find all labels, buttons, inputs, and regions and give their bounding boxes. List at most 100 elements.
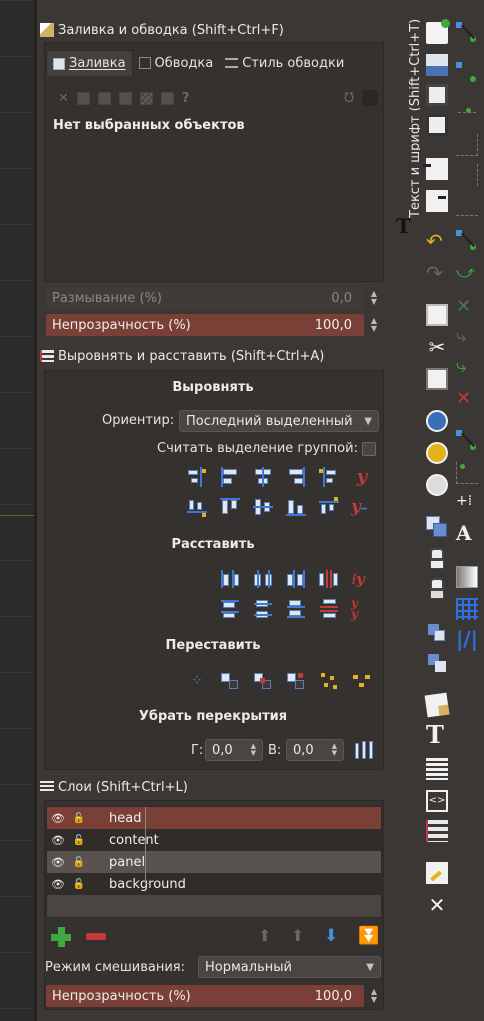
distribute-baselines-horizontal-icon[interactable]: ⁞y — [351, 568, 373, 590]
snap-guides-icon[interactable]: |/| — [456, 628, 478, 650]
opacity-slider[interactable]: Непрозрачность (%) 100,0 — [46, 314, 364, 336]
lock-icon[interactable]: 🔓 — [69, 879, 89, 890]
graph-layout-icon[interactable]: ⁘ — [186, 670, 208, 692]
print-icon[interactable] — [426, 114, 448, 136]
fill-stroke-dialog-icon[interactable] — [424, 692, 450, 718]
tab-stroke-paint[interactable]: Обводка — [133, 50, 220, 76]
clone-icon[interactable] — [426, 548, 448, 570]
eye-icon[interactable]: 👁 — [47, 812, 69, 825]
align-baseline-horizontal-icon[interactable]: y━ — [351, 496, 373, 518]
distribute-gaps-vertical-icon[interactable] — [318, 598, 340, 620]
blend-mode-select[interactable]: Нормальный ▼ — [198, 956, 381, 978]
zoom-page-icon[interactable] — [426, 474, 448, 496]
copy-icon[interactable] — [426, 304, 448, 326]
layer-row[interactable]: 👁 🔓 background — [47, 873, 381, 895]
ungroup-icon[interactable] — [426, 652, 448, 674]
snap-nodes-icon[interactable] — [456, 230, 478, 252]
print-preview-icon[interactable] — [426, 84, 448, 106]
fill-stroke-title[interactable]: Заливка и обводка (Shift+Ctrl+F) — [40, 20, 284, 40]
snap-rotation-centers-icon[interactable]: +⁞ — [456, 490, 478, 512]
align-left-edges-icon[interactable] — [219, 466, 241, 488]
unlink-clone-icon[interactable] — [426, 578, 448, 600]
unclump-icon[interactable] — [351, 670, 373, 692]
align-bottom-to-top-icon[interactable] — [186, 496, 208, 518]
layer-opacity-spinner[interactable]: ▲ ▼ — [366, 985, 382, 1007]
undo-icon[interactable]: ↶ — [426, 230, 448, 252]
snap-bbox-centers-icon[interactable] — [456, 194, 478, 216]
center-horizontal-axis-icon[interactable] — [252, 496, 274, 518]
snap-midpoints-icon[interactable]: ✕ — [456, 388, 478, 410]
align-top-edges-icon[interactable] — [219, 496, 241, 518]
randomize-positions-icon[interactable] — [318, 670, 340, 692]
lock-icon[interactable]: 🔓 — [69, 835, 89, 846]
distribute-gaps-horizontal-icon[interactable] — [318, 568, 340, 590]
tab-stroke-style[interactable]: Стиль обводки — [219, 50, 350, 76]
canvas-area[interactable] — [0, 0, 34, 1021]
distribute-right-edges-icon[interactable] — [285, 568, 307, 590]
distribute-baselines-vertical-icon[interactable]: yy — [351, 597, 373, 620]
opacity-spinner[interactable]: ▲ ▼ — [366, 314, 382, 336]
layers-dialog-icon[interactable] — [426, 758, 448, 780]
relative-to-select[interactable]: Последний выделенный ▼ — [179, 410, 379, 432]
exchange-positions-clockwise-icon[interactable] — [285, 670, 307, 692]
snap-intersections-icon[interactable]: ✕ — [456, 296, 478, 318]
lock-icon[interactable]: 🔓 — [69, 857, 89, 868]
fill-rule-nonzero-icon[interactable] — [362, 90, 378, 106]
import-icon[interactable] — [423, 158, 448, 180]
layers-title[interactable]: Слои (Shift+Ctrl+L) — [40, 777, 188, 797]
eye-icon[interactable]: 👁 — [47, 834, 69, 847]
layer-opacity-slider[interactable]: Непрозрачность (%) 100,0 — [46, 985, 364, 1007]
align-dialog-icon[interactable] — [426, 820, 448, 842]
snap-toggle-icon[interactable] — [456, 22, 478, 44]
snap-paths-icon[interactable]: ⤻ — [456, 262, 478, 284]
unset-paint-icon[interactable]: ? — [182, 91, 190, 106]
align-right-edges-icon[interactable] — [285, 466, 307, 488]
remove-overlaps-button[interactable] — [353, 739, 375, 761]
zoom-drawing-icon[interactable] — [426, 442, 448, 464]
new-document-icon[interactable] — [426, 19, 450, 44]
export-icon[interactable] — [426, 190, 448, 212]
text-tool-icon[interactable]: T — [396, 214, 411, 238]
align-baseline-icon[interactable]: y — [351, 466, 373, 488]
lower-layer-icon[interactable]: ⬇ — [324, 926, 338, 946]
paste-icon[interactable] — [426, 368, 448, 390]
snap-bbox-edges-icon[interactable] — [456, 96, 478, 118]
distribute-top-edges-icon[interactable] — [219, 598, 241, 620]
redo-icon[interactable]: ↷ — [426, 262, 448, 284]
remove-layer-icon[interactable] — [86, 933, 106, 940]
exchange-positions-icon[interactable] — [219, 670, 241, 692]
snap-text-baseline-icon[interactable]: A — [456, 522, 478, 544]
align-left-to-right-icon[interactable] — [318, 466, 340, 488]
duplicate-icon[interactable] — [426, 516, 448, 538]
group-icon[interactable] — [426, 622, 448, 644]
snap-centers-icon[interactable] — [456, 462, 478, 484]
document-properties-icon[interactable] — [426, 862, 448, 884]
distribute-centers-horizontal-icon[interactable] — [252, 568, 274, 590]
layer-row[interactable]: 👁 🔓 content — [47, 829, 381, 851]
raise-to-top-icon[interactable]: ⬆ — [258, 926, 271, 945]
snap-grids-icon[interactable] — [456, 598, 478, 620]
v-gap-input[interactable]: 0,0 ▲ ▼ — [286, 739, 344, 761]
eye-icon[interactable]: 👁 — [47, 856, 69, 869]
flat-color-icon[interactable] — [76, 91, 90, 105]
distribute-left-edges-icon[interactable] — [219, 568, 241, 590]
xml-editor-icon[interactable]: <> — [426, 790, 448, 812]
snap-cusp-nodes-icon[interactable]: ⤷ — [456, 326, 478, 348]
blur-slider[interactable]: Размывание (%) 0,0 — [46, 287, 364, 309]
align-top-to-bottom-icon[interactable] — [318, 496, 340, 518]
snap-page-border-icon[interactable] — [456, 566, 478, 588]
align-right-to-left-icon[interactable] — [186, 466, 208, 488]
distribute-centers-vertical-icon[interactable] — [252, 598, 274, 620]
preferences-icon[interactable]: ✕ — [426, 894, 448, 916]
cut-icon[interactable]: ✂ — [426, 336, 448, 358]
add-layer-icon[interactable] — [51, 927, 71, 947]
treat-as-group-checkbox[interactable] — [362, 442, 376, 456]
h-gap-input[interactable]: 0,0 ▲ ▼ — [205, 739, 263, 761]
lower-to-bottom-icon[interactable]: ⏬ — [358, 926, 379, 946]
align-bottom-edges-icon[interactable] — [285, 496, 307, 518]
radial-gradient-icon[interactable] — [118, 91, 132, 105]
raise-layer-icon[interactable]: ⬆ — [291, 926, 304, 945]
eye-icon[interactable]: 👁 — [47, 878, 69, 891]
fill-rule-evenodd-icon[interactable]: ℧ — [344, 91, 354, 106]
snap-bbox-midpoints-icon[interactable] — [456, 164, 478, 186]
